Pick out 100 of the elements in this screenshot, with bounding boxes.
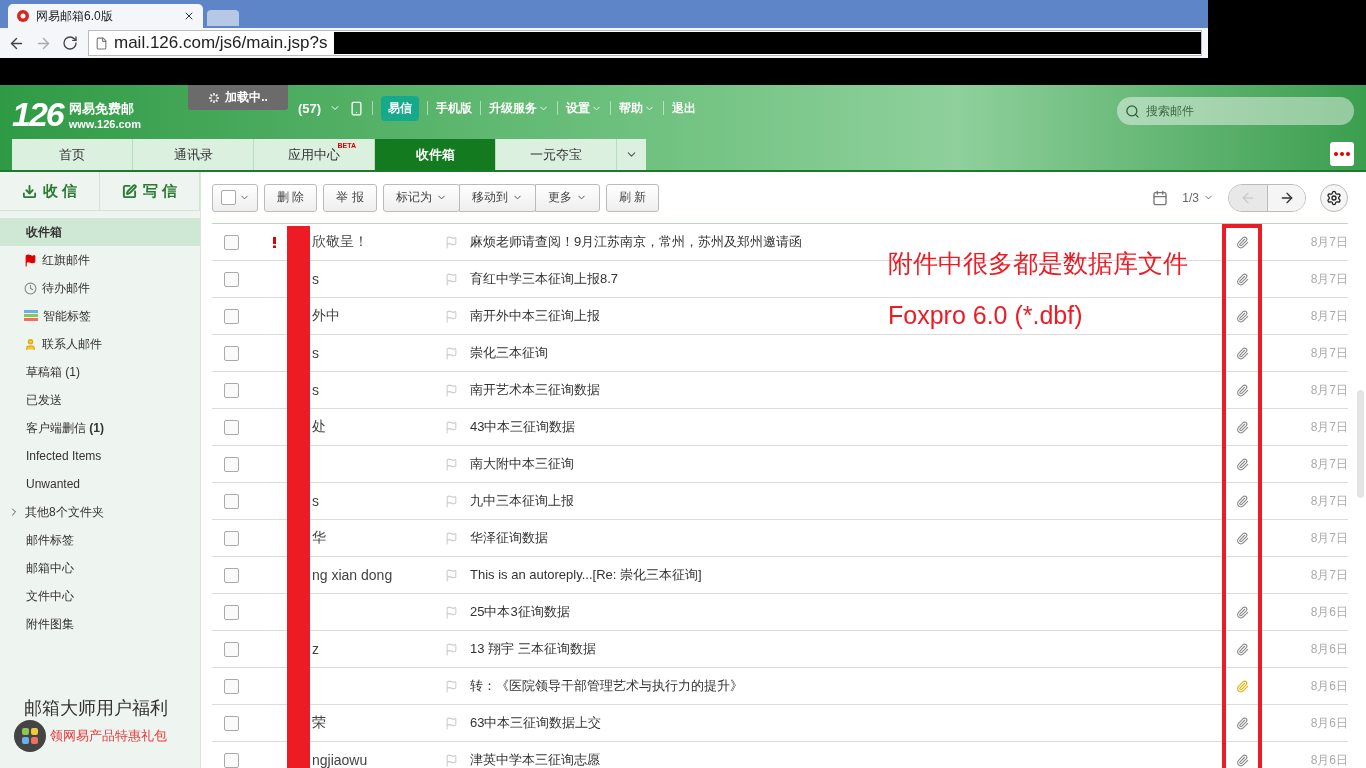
date: 8月7日: [1309, 344, 1348, 362]
checkbox[interactable]: [223, 530, 239, 546]
phone-icon[interactable]: [349, 100, 365, 116]
sender: 荣: [311, 714, 327, 732]
flag-icon[interactable]: [445, 235, 458, 249]
flag-icon[interactable]: [445, 716, 458, 730]
flag-icon[interactable]: [445, 568, 458, 582]
compose-button[interactable]: 写 信: [100, 172, 200, 210]
folder-item[interactable]: Infected Items: [0, 442, 200, 470]
checkbox[interactable]: [223, 715, 239, 731]
promo-subtitle: 领网易产品特惠礼包: [50, 727, 167, 745]
apps-button[interactable]: [14, 720, 46, 752]
folder-item[interactable]: 联系人邮件: [0, 330, 200, 358]
flag-icon[interactable]: [445, 457, 458, 471]
date: 8月6日: [1309, 714, 1348, 732]
checkbox[interactable]: [223, 678, 239, 694]
flag-icon[interactable]: [445, 309, 458, 323]
promo-title: 邮箱大师用户福利: [23, 697, 169, 720]
more-button[interactable]: [1330, 142, 1354, 166]
next-button[interactable]: [1267, 184, 1305, 211]
checkbox[interactable]: [223, 493, 239, 509]
folder-item[interactable]: Unwanted: [0, 470, 200, 498]
checkbox[interactable]: [223, 604, 239, 620]
page-icon: [95, 36, 108, 50]
folder-item[interactable]: 红旗邮件: [0, 246, 200, 274]
sender: 欣敬呈！: [311, 233, 369, 251]
folder-item[interactable]: 草稿箱 (1): [0, 358, 200, 386]
subject: 麻烦老师请查阅！9月江苏南京，常州，苏州及郑州邀请函: [470, 233, 803, 251]
subject: 育红中学三本征询上报8.7: [470, 270, 619, 288]
checkbox[interactable]: [223, 641, 239, 657]
subject: 转：《医院领导干部管理艺术与执行力的提升》: [470, 677, 743, 695]
flag-icon[interactable]: [445, 420, 458, 434]
receive-button[interactable]: 收 信: [0, 172, 100, 210]
toolbar-button[interactable]: 刷 新: [605, 183, 660, 212]
calendar-icon[interactable]: [1152, 189, 1169, 206]
checkbox[interactable]: [223, 345, 239, 361]
folder-item[interactable]: 邮箱中心: [0, 554, 200, 582]
sender: 华: [311, 529, 327, 547]
search-input[interactable]: 搜索邮件: [1144, 103, 1328, 119]
folder-item[interactable]: 其他8个文件夹: [0, 498, 200, 526]
address-field[interactable]: mail.126.com/js6/main.jsp?s: [88, 30, 1202, 56]
folder-item[interactable]: 附件图集: [0, 610, 200, 638]
reload-icon[interactable]: [62, 35, 78, 51]
nav-tab[interactable]: 通讯录: [133, 139, 254, 170]
subject: 63中本三征询数据上交: [470, 714, 602, 732]
checkbox[interactable]: [223, 234, 239, 250]
toolbar-button[interactable]: 更多: [534, 183, 600, 212]
toolbar-button[interactable]: 删 除: [264, 183, 318, 212]
sender: z: [311, 641, 320, 657]
flag-icon[interactable]: [445, 494, 458, 508]
checkbox[interactable]: [223, 308, 239, 324]
folder-item[interactable]: 文件中心: [0, 582, 200, 610]
folder-item[interactable]: 待办邮件: [0, 274, 200, 302]
close-icon[interactable]: [183, 10, 195, 22]
checkbox[interactable]: [223, 752, 239, 768]
date: 8月7日: [1309, 233, 1348, 251]
search-icon: [1125, 103, 1140, 119]
folder-item[interactable]: 已发送: [0, 386, 200, 414]
flag-icon[interactable]: [445, 272, 458, 286]
select-all-dropdown[interactable]: [212, 183, 258, 212]
url-text: mail.126.com/js6/main.jsp?s: [114, 33, 328, 53]
checkbox[interactable]: [223, 456, 239, 472]
checkbox[interactable]: [223, 382, 239, 398]
tab-title: 网易邮箱6.0版: [36, 7, 114, 25]
tags-icon: [24, 310, 38, 322]
checkbox[interactable]: [223, 419, 239, 435]
download-icon: [21, 183, 37, 199]
nav-tab[interactable]: 首页: [12, 139, 133, 170]
flag-icon[interactable]: [445, 642, 458, 656]
flag-icon[interactable]: [445, 753, 458, 767]
date: 8月7日: [1309, 418, 1348, 436]
dots-icon: [1334, 152, 1350, 156]
flag-icon[interactable]: [445, 383, 458, 397]
flag-icon[interactable]: [445, 679, 458, 693]
checkbox[interactable]: [223, 271, 239, 287]
folder-item[interactable]: 智能标签: [0, 302, 200, 330]
page-selector[interactable]: 1/3: [1182, 190, 1214, 205]
settings-button[interactable]: [1320, 183, 1348, 212]
flag-icon[interactable]: [445, 531, 458, 545]
toolbar-button[interactable]: 举 报: [323, 183, 377, 212]
toolbar-button[interactable]: 标记为: [382, 183, 460, 212]
browser-tab[interactable]: 网易邮箱6.0版: [8, 4, 203, 28]
flag-icon[interactable]: [445, 605, 458, 619]
folder-item[interactable]: 邮件标签: [0, 526, 200, 554]
date: 8月7日: [1309, 455, 1348, 473]
folder-item[interactable]: 客户端删信 (1): [0, 414, 200, 442]
search-field[interactable]: 搜索邮件: [1117, 97, 1354, 125]
flag-icon[interactable]: [445, 346, 458, 360]
subject: 43中本三征询数据: [470, 418, 576, 436]
date: 8月7日: [1309, 529, 1348, 547]
toolbar-button[interactable]: 移动到: [458, 183, 536, 212]
subject: 九中三本征询上报: [470, 492, 574, 510]
subject: 南大附中本三征询: [470, 455, 574, 473]
subject: This is an autoreply...[Re: 崇化三本征询]: [470, 566, 702, 584]
checkbox[interactable]: [223, 567, 239, 583]
nav-tab[interactable]: 一元夺宝: [496, 139, 617, 170]
nav-tab[interactable]: 收件箱: [375, 139, 496, 170]
folder-item[interactable]: 收件箱: [0, 218, 200, 246]
subject: 25中本3征询数据: [470, 603, 570, 621]
logo-name: 网易免费邮: [68, 99, 135, 118]
